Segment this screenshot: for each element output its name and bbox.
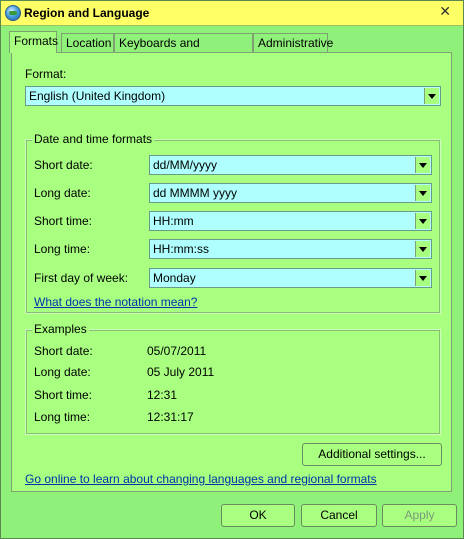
long-time-value: HH:mm:ss: [153, 242, 209, 256]
tab-formats[interactable]: Formats: [9, 31, 58, 53]
tab-administrative[interactable]: Administrative: [253, 33, 333, 52]
cancel-button[interactable]: Cancel: [301, 504, 377, 527]
globe-icon: [5, 5, 21, 21]
group-title: Date and time formats: [32, 132, 155, 146]
short-date-dropdown[interactable]: dd/MM/yyyy: [149, 155, 432, 175]
chevron-down-icon[interactable]: [415, 213, 430, 229]
example-long-date-value: 05 July 2011: [147, 365, 215, 379]
short-time-dropdown[interactable]: HH:mm: [149, 211, 432, 231]
format-label: Format:: [25, 67, 67, 81]
long-time-dropdown[interactable]: HH:mm:ss: [149, 239, 432, 259]
first-day-of-week-label: First day of week:: [34, 271, 129, 285]
examples-group: Examples Short date: 05/07/2011 Long dat…: [25, 322, 441, 435]
chevron-down-icon[interactable]: [424, 88, 439, 104]
long-date-dropdown[interactable]: dd MMMM yyyy: [149, 183, 432, 203]
chevron-down-icon[interactable]: [415, 157, 430, 173]
region-language-window: Region and Language ✕ Formats Location K…: [0, 0, 464, 539]
example-long-date-label: Long date:: [34, 365, 91, 379]
title-bar[interactable]: Region and Language ✕: [1, 1, 463, 26]
tab-keyboards-and-languages[interactable]: Keyboards and Languages: [114, 33, 253, 68]
apply-button[interactable]: Apply: [382, 504, 457, 527]
ok-button[interactable]: OK: [221, 504, 295, 527]
short-date-label: Short date:: [34, 158, 93, 172]
formats-panel: Format: English (United Kingdom) Date an…: [11, 52, 452, 492]
long-time-label: Long time:: [34, 242, 91, 256]
example-long-time-value: 12:31:17: [147, 410, 194, 424]
short-date-value: dd/MM/yyyy: [153, 158, 218, 172]
long-date-value: dd MMMM yyyy: [153, 186, 237, 200]
example-short-time-label: Short time:: [34, 388, 93, 402]
additional-settings-button[interactable]: Additional settings...: [302, 443, 442, 466]
window-title: Region and Language: [24, 6, 150, 20]
chevron-down-icon[interactable]: [415, 241, 430, 257]
group-title: Examples: [32, 322, 89, 336]
tab-location[interactable]: Location: [61, 33, 114, 52]
short-time-label: Short time:: [34, 214, 93, 228]
notation-help-link[interactable]: What does the notation mean?: [34, 295, 197, 309]
long-date-label: Long date:: [34, 186, 91, 200]
example-long-time-label: Long time:: [34, 410, 91, 424]
first-day-of-week-value: Monday: [153, 271, 196, 285]
first-day-of-week-dropdown[interactable]: Monday: [149, 268, 432, 288]
short-time-value: HH:mm: [153, 214, 194, 228]
chevron-down-icon[interactable]: [415, 270, 430, 286]
format-value: English (United Kingdom): [29, 89, 166, 103]
date-time-formats-group: Date and time formats Short date: dd/MM/…: [25, 132, 441, 314]
format-dropdown[interactable]: English (United Kingdom): [25, 86, 441, 106]
close-icon[interactable]: ✕: [439, 4, 451, 20]
example-short-time-value: 12:31: [147, 388, 178, 402]
chevron-down-icon[interactable]: [415, 185, 430, 201]
online-help-link[interactable]: Go online to learn about changing langua…: [25, 472, 377, 486]
example-short-date-value: 05/07/2011: [147, 344, 207, 358]
example-short-date-label: Short date:: [34, 344, 93, 358]
